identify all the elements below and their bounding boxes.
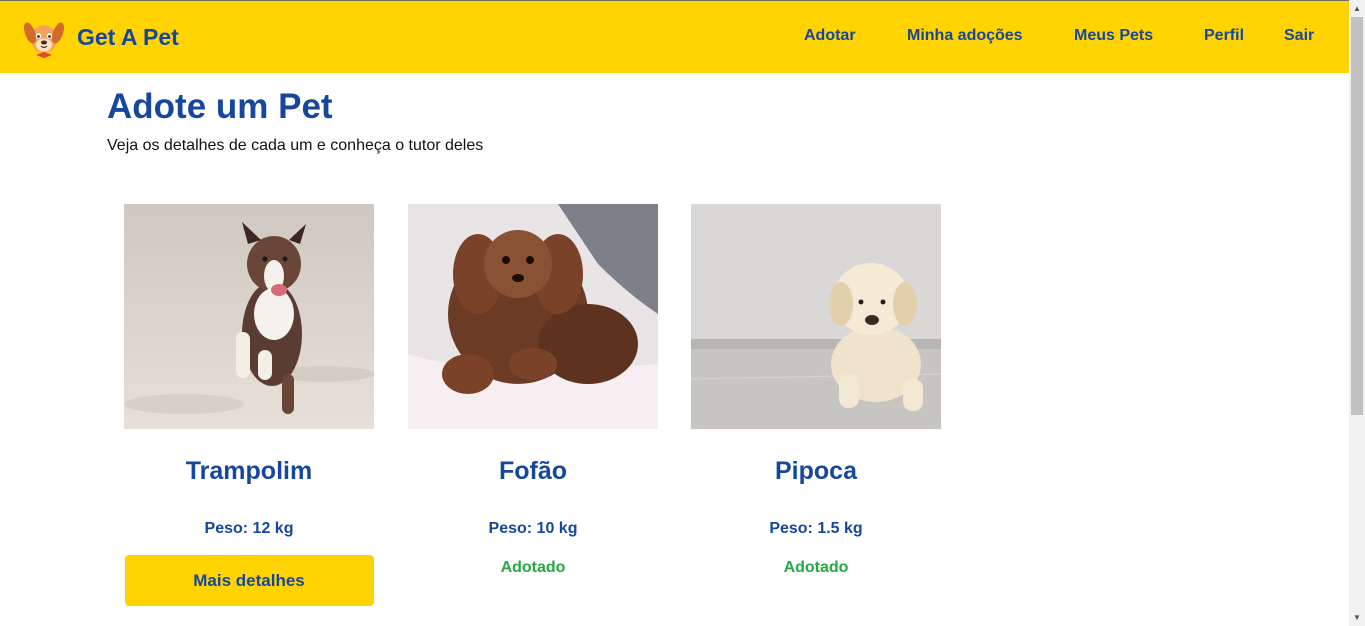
pet-weight: Peso: 1.5 kg (769, 520, 863, 537)
pet-photo-puppy (691, 204, 941, 429)
pet-card: Trampolim Peso: 12 kg Mais detalhes (124, 204, 374, 606)
pet-card: Pipoca Peso: 1.5 kg Adotado (691, 204, 941, 577)
adopted-status: Adotado (783, 559, 849, 576)
nav-sair[interactable]: Sair (1284, 27, 1314, 45)
adopted-status: Adotado (500, 559, 566, 576)
nav-adotar[interactable]: Adotar (804, 27, 856, 45)
nav-perfil[interactable]: Perfil (1204, 27, 1244, 45)
pet-weight: Peso: 10 kg (488, 520, 578, 537)
browser-viewport: Get A Pet Adotar Minha adoções Meus Pets… (0, 0, 1365, 626)
page-subtitle: Veja os detalhes de cada um e conheça o … (107, 137, 484, 154)
nav-meus-pets[interactable]: Meus Pets (1074, 27, 1153, 45)
main-nav: Adotar Minha adoções Meus Pets Perfil Sa… (0, 1, 1349, 73)
scroll-down-arrow-icon[interactable]: ▼ (1349, 609, 1365, 626)
pet-card: Fofão Peso: 10 kg Adotado (408, 204, 658, 577)
pet-name: Fofão (498, 457, 568, 485)
nav-minha-adocoes[interactable]: Minha adoções (907, 27, 1023, 45)
page-title: Adote um Pet (107, 87, 333, 126)
pet-weight: Peso: 12 kg (204, 520, 294, 537)
scroll-up-arrow-icon[interactable]: ▲ (1349, 0, 1365, 17)
vertical-scrollbar[interactable]: ▲ ▼ (1349, 0, 1365, 626)
pet-photo-dog-running (124, 204, 374, 429)
scroll-thumb[interactable] (1351, 17, 1363, 415)
pet-photo-curly-dog (408, 204, 658, 429)
details-button[interactable]: Mais detalhes (124, 555, 374, 606)
top-navbar: Get A Pet Adotar Minha adoções Meus Pets… (0, 1, 1349, 73)
pet-name: Pipoca (775, 457, 857, 485)
pet-name: Trampolim (185, 457, 313, 485)
